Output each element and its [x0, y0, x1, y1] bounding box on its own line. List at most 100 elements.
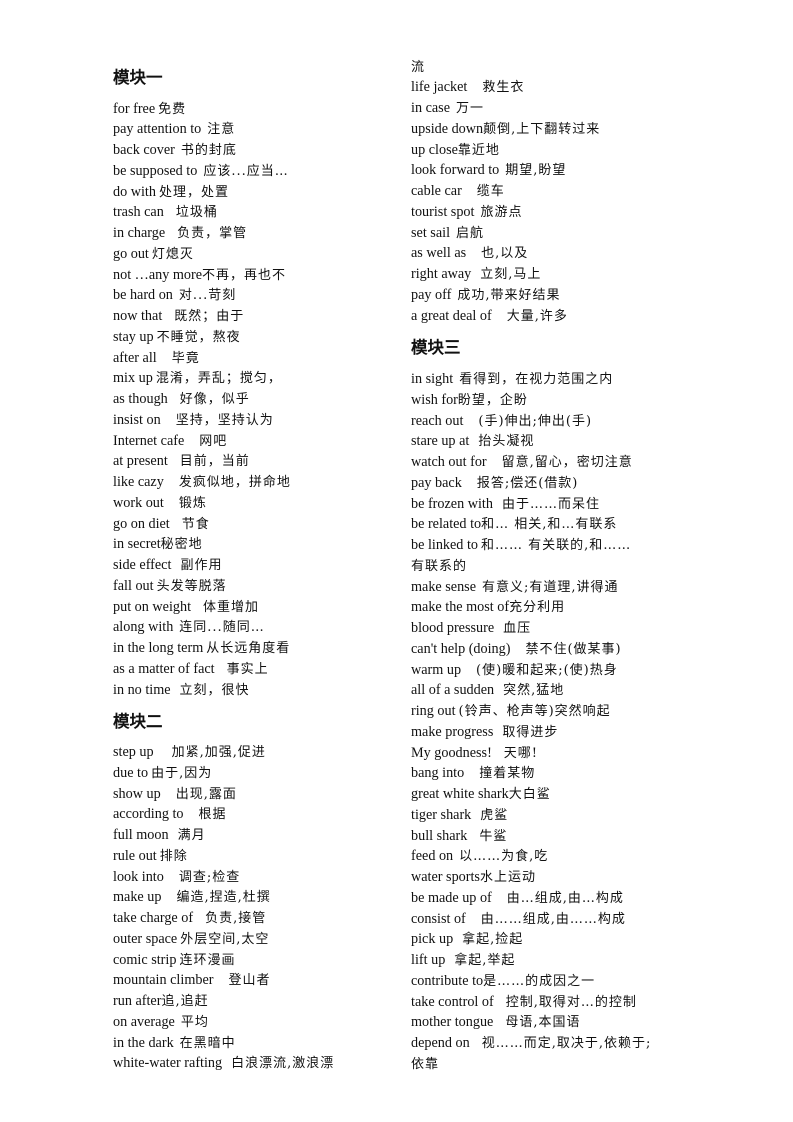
chinese-meaning: 和… 相关,和…有联系 [481, 517, 618, 533]
chinese-meaning: 水上运动 [479, 870, 536, 885]
vocab-entry: watch out for 留意,留心，密切注意 [411, 452, 633, 473]
chinese-meaning: 拿起,捡起 [462, 932, 524, 948]
chinese-meaning: 负责，掌管 [177, 226, 248, 241]
english-phrase: look into [113, 868, 164, 885]
english-phrase: due to [113, 764, 149, 781]
chinese-meaning: 救生衣 [482, 80, 525, 96]
english-phrase: bull shark [411, 827, 468, 844]
english-phrase: now that [113, 308, 163, 324]
english-phrase: make progress [411, 723, 494, 740]
english-phrase: go on diet [113, 515, 170, 532]
chinese-meaning: 看得到，在视力范围之内 [459, 372, 614, 387]
english-phrase: at present [113, 453, 168, 470]
english-phrase: as a matter of fact [113, 660, 215, 677]
chinese-meaning: 节食 [181, 516, 210, 532]
vocab-entry: mix up 混淆，弄乱；搅匀， [113, 368, 282, 389]
english-phrase: in case [411, 100, 450, 116]
chinese-meaning: 天哪! [503, 745, 539, 761]
english-phrase: bang into [411, 765, 465, 782]
chinese-meaning: 启航 [456, 225, 485, 241]
chinese-meaning: 满月 [177, 828, 206, 843]
chinese-meaning: 连同...随同… [179, 620, 265, 636]
vocab-entry: in charge 负责，掌管 [113, 223, 247, 244]
chinese-meaning: 头发等脱落 [156, 578, 227, 594]
chinese-meaning: 副作用 [180, 558, 223, 573]
chinese-meaning: 对...苛刻 [178, 288, 237, 304]
chinese-meaning: 不再，再也不 [202, 267, 287, 283]
vocab-entry: back cover 书的封底 [113, 140, 237, 161]
vocab-entry: like cazy 发疯似地，拼命地 [113, 472, 291, 493]
vocab-entry: in case 万一 [411, 98, 484, 119]
vocab-entry: My goodness! 天哪! [411, 743, 538, 764]
english-phrase: make the most of [411, 599, 510, 616]
chinese-meaning: 免费 [158, 101, 187, 117]
vocab-entry: run after追,追赶 [113, 991, 209, 1012]
vocab-entry: after all 毕竟 [113, 348, 200, 369]
english-phrase: blood pressure [411, 620, 495, 636]
vocab-entry: 依靠 [411, 1054, 439, 1075]
vocab-entry: ring out (铃声、枪声等)突然响起 [411, 701, 611, 722]
english-phrase: Internet cafe [113, 432, 185, 449]
chinese-meaning: 毕竟 [171, 350, 200, 366]
english-phrase: in the dark [113, 1034, 174, 1051]
english-phrase: on average [113, 1013, 175, 1030]
vocab-entry: side effect 副作用 [113, 555, 222, 576]
vocab-entry: show up 出现,露面 [113, 784, 237, 805]
chinese-meaning: 依靠 [411, 1056, 440, 1072]
vocab-entry: insist on 坚持，坚持认为 [113, 410, 274, 431]
english-phrase: comic strip [113, 951, 177, 968]
english-phrase: white-water rafting [113, 1055, 223, 1072]
chinese-meaning: 登山者 [228, 973, 271, 989]
chinese-meaning: 灯熄灭 [151, 246, 194, 262]
chinese-meaning: 颠倒,上下翻转过来 [483, 121, 601, 137]
chinese-meaning: 撞着某物 [479, 766, 536, 782]
chinese-meaning: 旅游点 [480, 204, 523, 220]
english-phrase: a great deal of [411, 307, 492, 324]
vocab-entry: lift up 拿起,举起 [411, 950, 515, 971]
chinese-meaning: 编造,捏造,杜撰 [176, 890, 271, 906]
chinese-meaning: 盼望，企盼 [457, 392, 528, 408]
vocab-entry: be supposed to 应该...应当… [113, 161, 289, 182]
vocab-entry: great white shark大白鲨 [411, 784, 551, 805]
vocab-entry: mountain climber 登山者 [113, 970, 271, 991]
vocab-entry: bang into 撞着某物 [411, 763, 535, 784]
english-phrase: stare up at [411, 433, 470, 450]
vocab-entry: 有联系的 [411, 556, 467, 577]
chinese-meaning: 由于,因为 [151, 765, 213, 781]
english-phrase: set sail [411, 224, 451, 241]
chinese-meaning: 平均 [180, 1014, 209, 1030]
chinese-meaning: 连环漫画 [179, 952, 236, 968]
english-phrase: My goodness! [411, 744, 492, 761]
english-phrase: make sense [411, 578, 477, 595]
english-phrase: make up [113, 889, 162, 906]
chinese-meaning: 由…组成,由…构成 [506, 890, 624, 906]
chinese-meaning: 血压 [503, 621, 532, 636]
vocab-entry: can't help (doing) 禁不住(做某事) [411, 639, 622, 660]
chinese-meaning: 在黑暗中 [179, 1035, 236, 1051]
english-phrase: cable car [411, 183, 462, 199]
chinese-meaning: 不睡觉，熬夜 [156, 329, 241, 345]
chinese-meaning: 抬头凝视 [478, 434, 535, 450]
english-phrase: water sports [411, 869, 480, 885]
chinese-meaning: 负责,接管 [205, 911, 267, 926]
vocab-entry: mother tongue 母语,本国语 [411, 1012, 581, 1033]
chinese-meaning: 牛鲨 [479, 828, 508, 844]
vocab-entry: put on weight 体重增加 [113, 597, 259, 618]
english-phrase: be frozen with [411, 495, 493, 512]
chinese-meaning: 禁不住(做某事) [525, 641, 622, 657]
english-phrase: show up [113, 785, 161, 802]
english-phrase: warm up [411, 661, 462, 678]
chinese-meaning: (手)伸出;伸出(手) [478, 413, 593, 429]
vocab-entry: for free 免费 [113, 99, 186, 120]
vocab-entry: do with 处理，处置 [113, 182, 229, 203]
chinese-meaning: 处理，处置 [158, 184, 229, 200]
english-phrase: contribute to [411, 972, 484, 989]
vocab-entry: cable car 缆车 [411, 181, 505, 202]
english-phrase: depend on [411, 1035, 470, 1051]
vocab-entry: at present 目前，当前 [113, 451, 250, 472]
chinese-meaning: 万一 [456, 101, 485, 116]
vocab-entry: make up 编造,捏造,杜撰 [113, 887, 271, 908]
vocab-entry: take charge of 负责,接管 [113, 908, 266, 929]
english-phrase: trash can [113, 204, 164, 221]
chinese-meaning: 根据 [198, 807, 227, 823]
